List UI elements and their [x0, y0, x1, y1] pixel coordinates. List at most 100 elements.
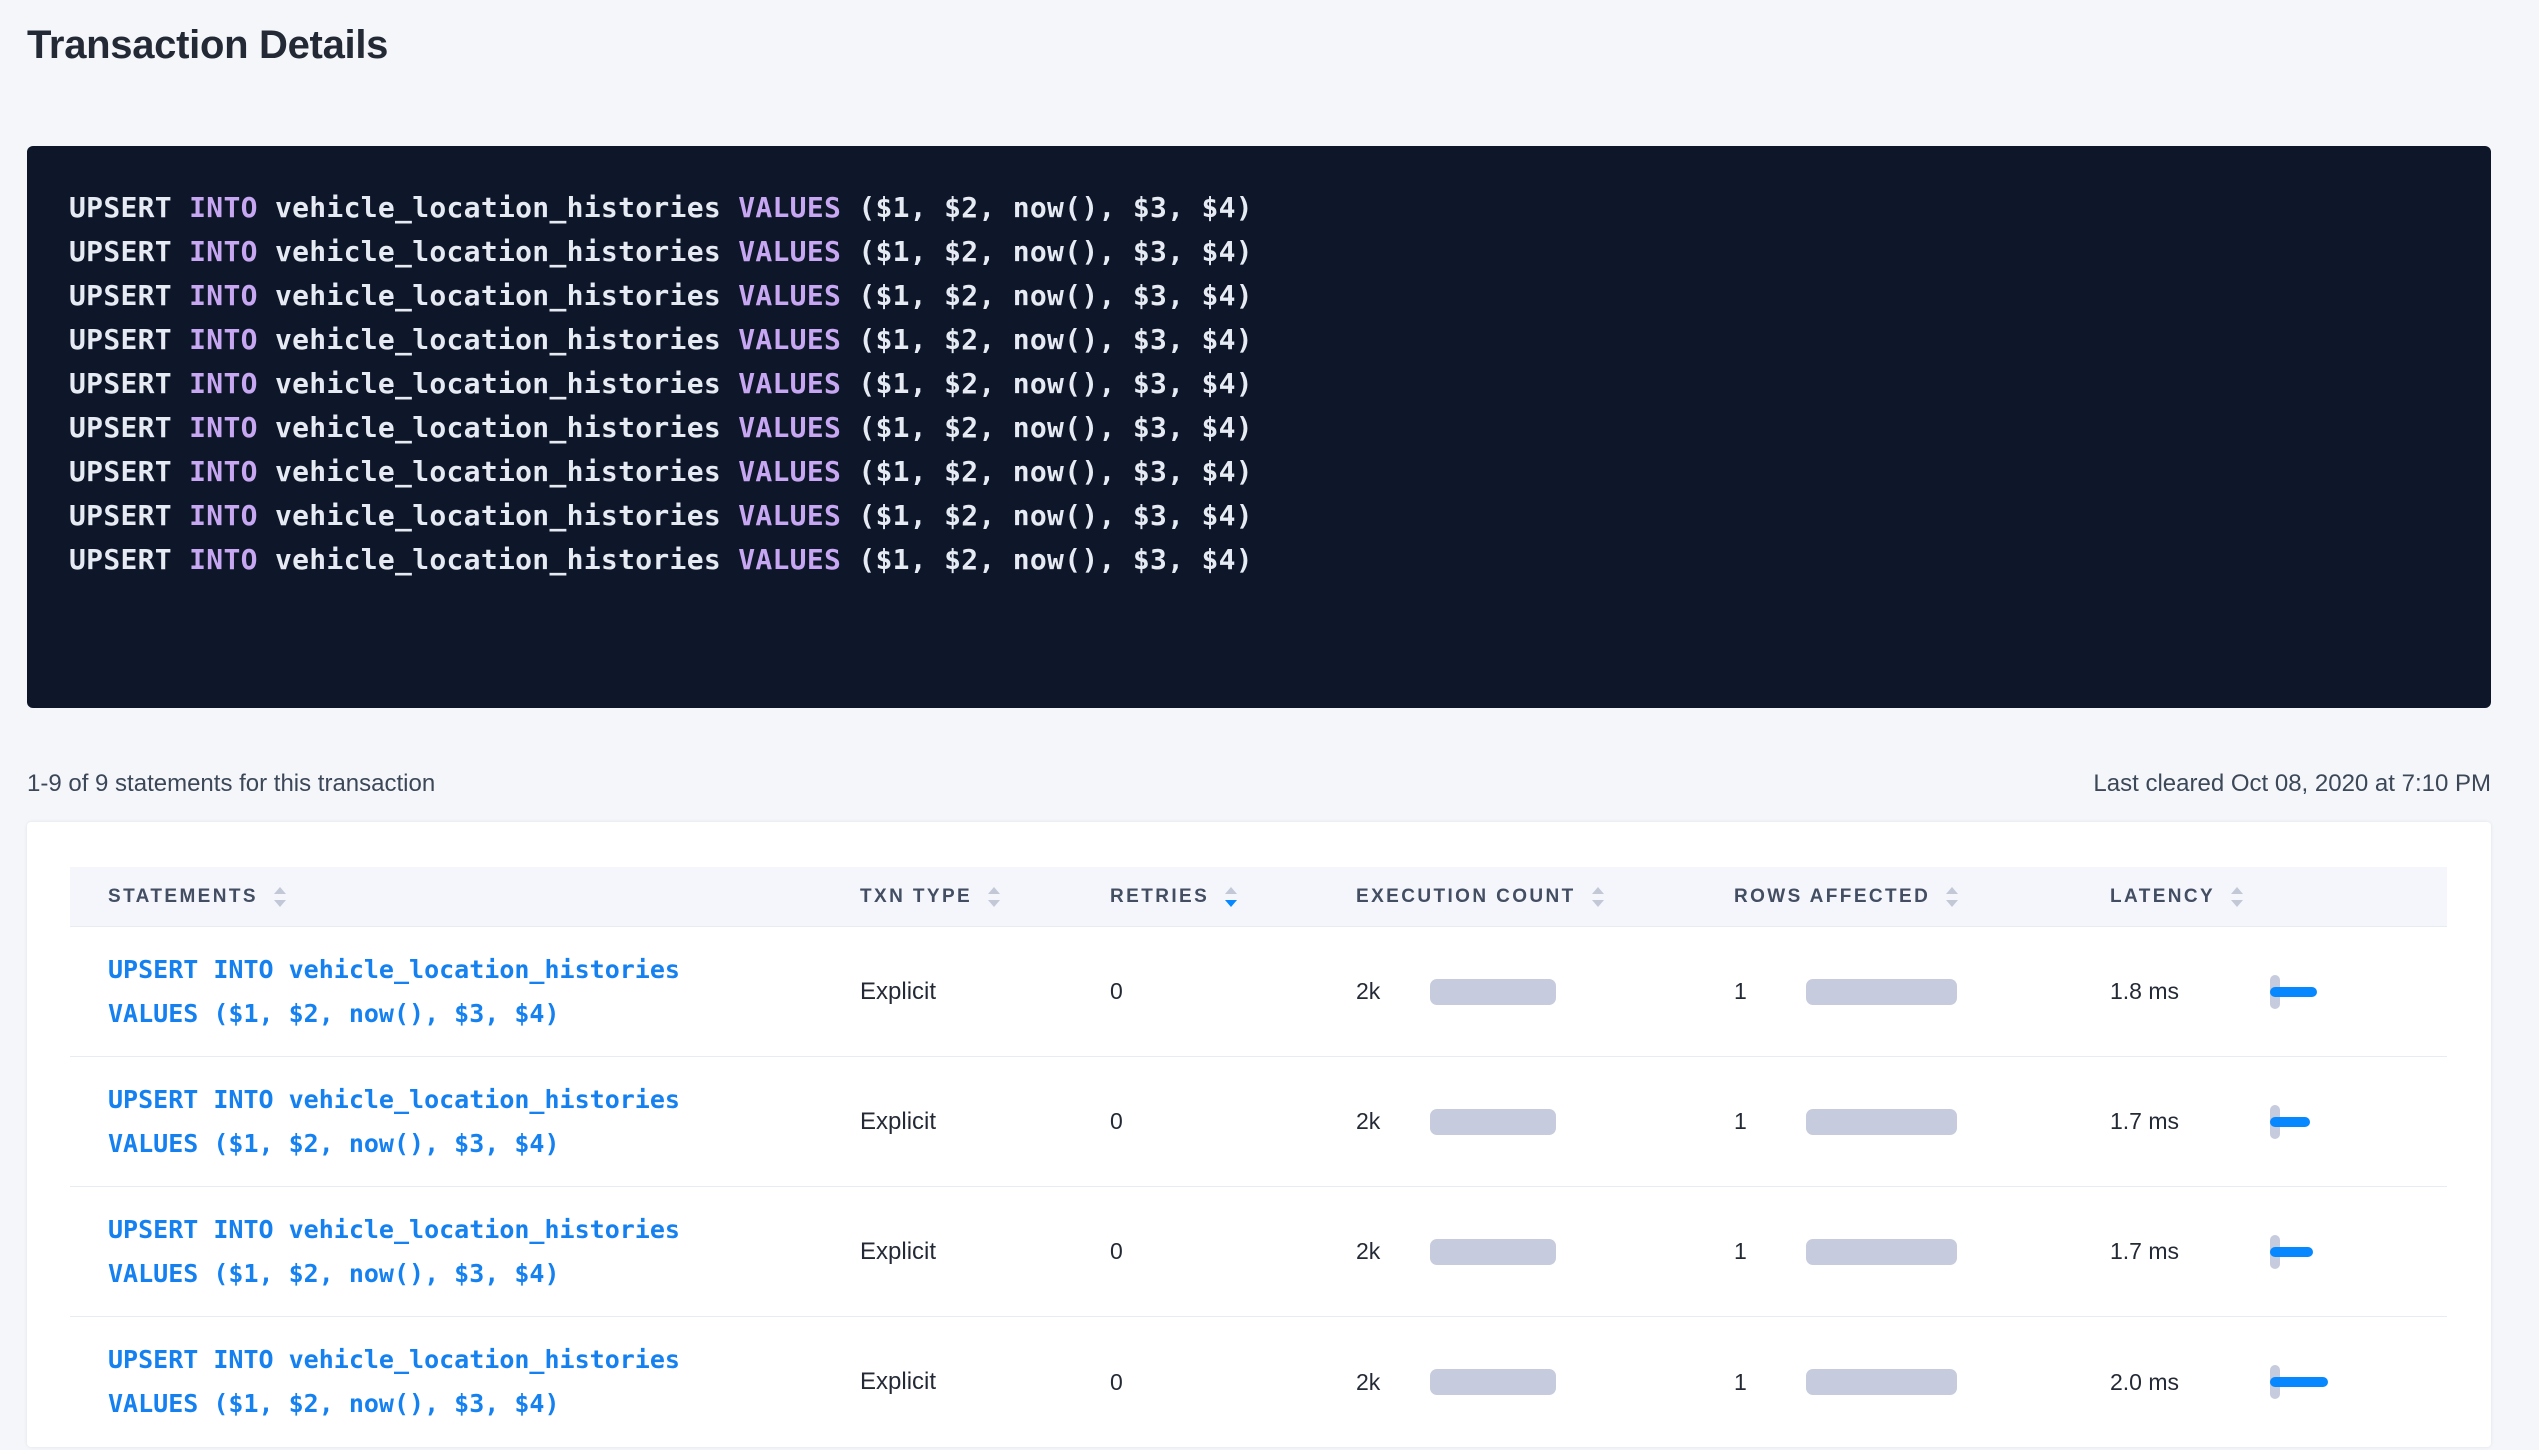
statement-line-2: VALUES ($1, $2, now(), $3, $4) — [108, 1252, 850, 1296]
column-header[interactable]: TXN TYPE — [850, 886, 1090, 908]
sql-args: ($1, $2, now(), $3, $4) — [858, 367, 1253, 400]
sql-statement-line: UPSERT INTO vehicle_location_histories V… — [69, 406, 2449, 450]
txn-type-cell: Explicit — [850, 978, 1090, 1006]
column-header[interactable]: ROWS AFFECTED — [1720, 886, 2090, 908]
latency-bar — [2270, 1232, 2350, 1272]
column-header[interactable]: LATENCY — [2090, 886, 2447, 908]
rows-affected-value: 1 — [1734, 978, 1792, 1005]
retries-cell: 0 — [1090, 1369, 1340, 1396]
column-header[interactable]: EXECUTION COUNT — [1340, 886, 1720, 908]
txn-type-cell: Explicit — [850, 1238, 1090, 1266]
table-row: UPSERT INTO vehicle_location_histories V… — [70, 1187, 2447, 1317]
execution-count-cell: 2k — [1340, 978, 1720, 1005]
execution-count-cell: 2k — [1340, 1369, 1720, 1396]
sql-table-name: vehicle_location_histories — [275, 323, 721, 356]
sort-icons — [1592, 887, 1604, 907]
sql-table-name: vehicle_location_histories — [275, 411, 721, 444]
execution-count-bar — [1430, 979, 1556, 1005]
column-header[interactable]: STATEMENTS — [70, 886, 850, 908]
execution-count-bar — [1430, 1369, 1556, 1395]
sql-keyword: INTO — [189, 455, 258, 488]
sql-table-name: vehicle_location_histories — [275, 499, 721, 532]
sort-desc-icon[interactable] — [2231, 900, 2243, 907]
latency-value: 1.7 ms — [2110, 1108, 2256, 1135]
sql-keyword: VALUES — [738, 543, 841, 576]
statements-table-card: STATEMENTS TXN TYPE RETRIES EXECUTION CO… — [27, 822, 2491, 1447]
sql-statement-line: UPSERT INTO vehicle_location_histories V… — [69, 362, 2449, 406]
sort-desc-icon[interactable] — [988, 900, 1000, 907]
statement-line-2: VALUES ($1, $2, now(), $3, $4) — [108, 992, 850, 1036]
table-row: UPSERT INTO vehicle_location_histories V… — [70, 927, 2447, 1057]
table-header-row: STATEMENTS TXN TYPE RETRIES EXECUTION CO… — [70, 867, 2447, 927]
execution-count-value: 2k — [1356, 978, 1414, 1005]
statement-line-1: UPSERT INTO vehicle_location_histories — [108, 1208, 850, 1252]
retries-cell: 0 — [1090, 978, 1340, 1005]
sql-keyword: VALUES — [738, 235, 841, 268]
txn-type-value: Explicit — [860, 1108, 936, 1135]
sort-asc-icon[interactable] — [1225, 887, 1237, 894]
sort-desc-icon[interactable] — [1225, 900, 1237, 907]
sql-keyword: VALUES — [738, 367, 841, 400]
execution-count-bar — [1430, 1109, 1556, 1135]
sql-keyword: UPSERT — [69, 235, 172, 268]
latency-cell: 1.7 ms — [2090, 1232, 2447, 1272]
sort-desc-icon[interactable] — [1946, 900, 1958, 907]
retries-cell: 0 — [1090, 1238, 1340, 1265]
execution-count-value: 2k — [1356, 1108, 1414, 1135]
sql-keyword: VALUES — [738, 499, 841, 532]
sql-keyword: UPSERT — [69, 543, 172, 576]
sort-icons — [988, 887, 1000, 907]
sql-keyword: VALUES — [738, 191, 841, 224]
latency-bar — [2270, 1362, 2350, 1402]
latency-value: 2.0 ms — [2110, 1369, 2256, 1396]
statement-line-1: UPSERT INTO vehicle_location_histories — [108, 1338, 850, 1382]
execution-count-cell: 2k — [1340, 1238, 1720, 1265]
rows-affected-cell: 1 — [1720, 1108, 2090, 1135]
latency-cell: 1.8 ms — [2090, 972, 2447, 1012]
sql-args: ($1, $2, now(), $3, $4) — [858, 543, 1253, 576]
txn-type-cell: Explicit — [850, 1368, 1090, 1396]
sort-asc-icon[interactable] — [988, 887, 1000, 894]
rows-affected-bar — [1806, 1369, 1957, 1395]
statement-link[interactable]: UPSERT INTO vehicle_location_histories V… — [108, 948, 850, 1036]
column-header-label: STATEMENTS — [108, 886, 258, 908]
column-header[interactable]: RETRIES — [1090, 886, 1340, 908]
statement-link[interactable]: UPSERT INTO vehicle_location_histories V… — [108, 1078, 850, 1166]
sql-table-name: vehicle_location_histories — [275, 367, 721, 400]
sql-statement-line: UPSERT INTO vehicle_location_histories V… — [69, 318, 2449, 362]
latency-bar-value — [2270, 987, 2317, 997]
statement-link[interactable]: UPSERT INTO vehicle_location_histories V… — [108, 1208, 850, 1296]
sql-keyword: UPSERT — [69, 191, 172, 224]
statement-link[interactable]: UPSERT INTO vehicle_location_histories V… — [108, 1338, 850, 1426]
column-header-label: LATENCY — [2110, 886, 2215, 908]
sort-asc-icon[interactable] — [1946, 887, 1958, 894]
sql-args: ($1, $2, now(), $3, $4) — [858, 323, 1253, 356]
sort-icons — [1225, 887, 1237, 907]
retries-value: 0 — [1110, 978, 1123, 1004]
transaction-details-page: Transaction Details UPSERT INTO vehicle_… — [0, 0, 2539, 1447]
sort-asc-icon[interactable] — [2231, 887, 2243, 894]
sort-desc-icon[interactable] — [1592, 900, 1604, 907]
sql-keyword: UPSERT — [69, 455, 172, 488]
latency-bar-value — [2270, 1117, 2310, 1127]
sql-keyword: UPSERT — [69, 411, 172, 444]
sort-asc-icon[interactable] — [1592, 887, 1604, 894]
sort-asc-icon[interactable] — [274, 887, 286, 894]
rows-affected-bar — [1806, 1239, 1957, 1265]
sql-keyword: VALUES — [738, 279, 841, 312]
sql-keyword: INTO — [189, 235, 258, 268]
sort-icons — [274, 887, 286, 907]
execution-count-value: 2k — [1356, 1238, 1414, 1265]
sql-keyword: VALUES — [738, 455, 841, 488]
latency-bar-value — [2270, 1247, 2313, 1257]
sort-desc-icon[interactable] — [274, 900, 286, 907]
rows-affected-value: 1 — [1734, 1238, 1792, 1265]
rows-affected-value: 1 — [1734, 1369, 1792, 1396]
sql-args: ($1, $2, now(), $3, $4) — [858, 455, 1253, 488]
sql-keyword: UPSERT — [69, 323, 172, 356]
statements-count-text: 1-9 of 9 statements for this transaction — [27, 770, 435, 798]
sql-statement-line: UPSERT INTO vehicle_location_histories V… — [69, 450, 2449, 494]
latency-bar — [2270, 972, 2350, 1012]
table-row: UPSERT INTO vehicle_location_histories V… — [70, 1057, 2447, 1187]
sql-keyword: UPSERT — [69, 367, 172, 400]
